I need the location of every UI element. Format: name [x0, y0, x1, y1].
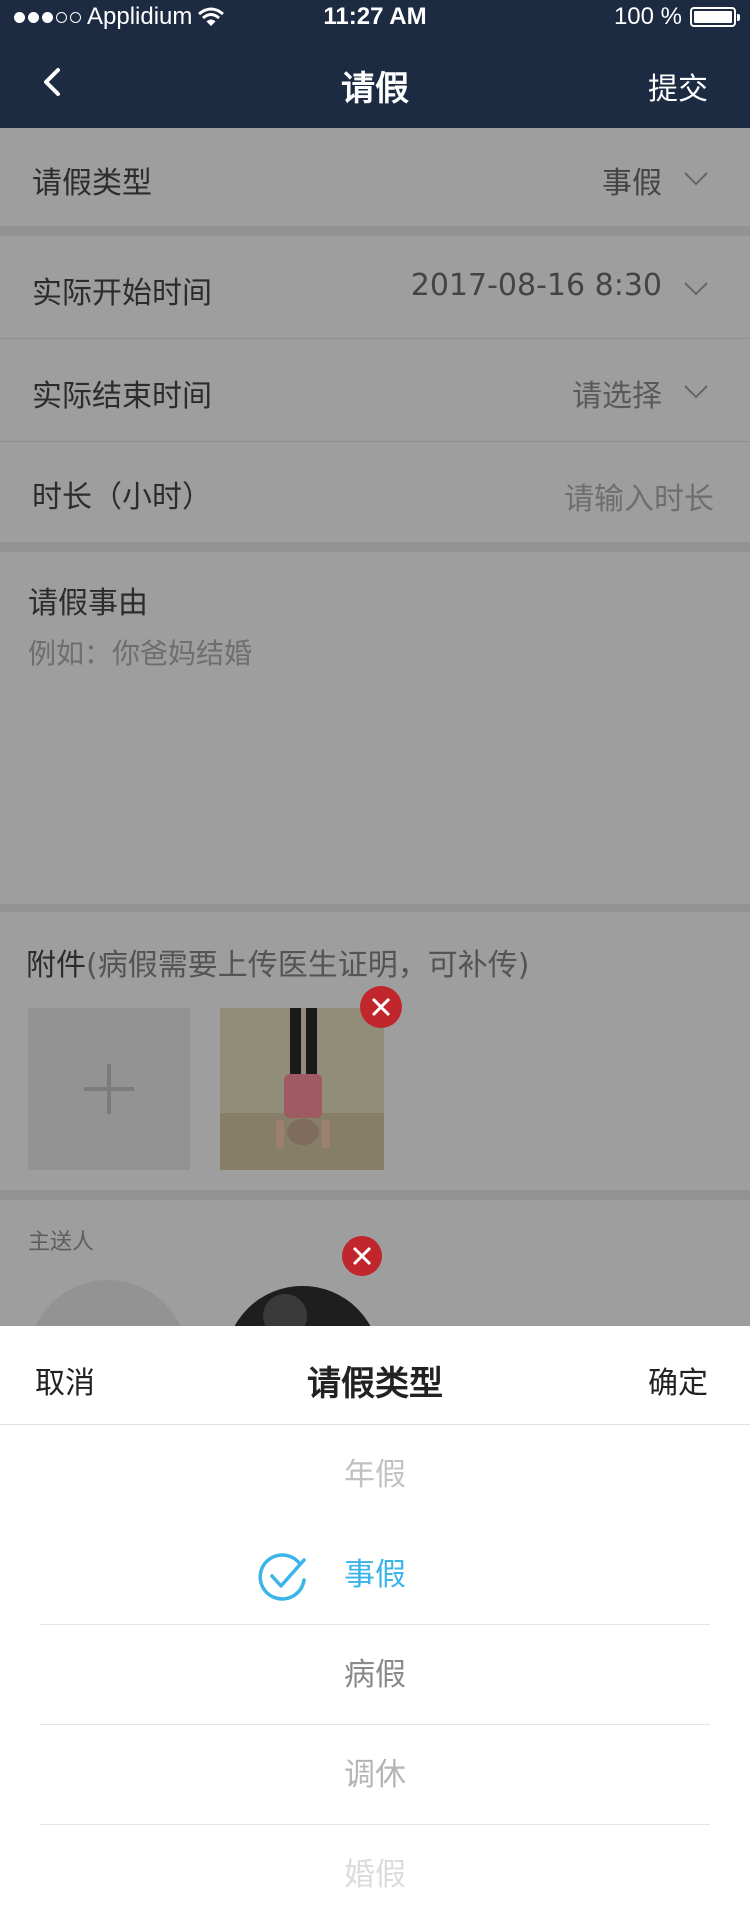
attachments-label: 附件(病假需要上传医生证明，可补传)	[26, 940, 529, 984]
attachments-section: 附件(病假需要上传医生证明，可补传)	[0, 912, 750, 1190]
picker-option[interactable]: 调休	[0, 1725, 750, 1825]
attachments-title: 附件	[26, 948, 86, 983]
nav-bar: 请假 提交	[0, 36, 750, 128]
close-icon	[371, 997, 391, 1017]
picker-option[interactable]: 婚假	[0, 1825, 750, 1925]
section-gap	[0, 226, 750, 236]
picker-title: 请假类型	[307, 1364, 443, 1404]
end-time-value: 请选择	[572, 379, 662, 414]
picker-option-selected[interactable]: 事假	[0, 1525, 750, 1625]
section-gap	[0, 1190, 750, 1200]
status-right: 100 %	[613, 3, 740, 31]
section-gap	[0, 904, 750, 912]
submit-button[interactable]: 提交	[648, 64, 708, 108]
page-title: 请假	[341, 69, 409, 109]
start-time-label: 实际开始时间	[32, 276, 212, 311]
end-time-row[interactable]: 实际结束时间 请选择	[0, 339, 750, 441]
chevron-down-icon	[684, 282, 708, 296]
recipients-label: 主送人	[28, 1230, 95, 1255]
battery-icon	[690, 7, 740, 27]
leave-type-value: 事假	[602, 166, 662, 201]
end-time-label: 实际结束时间	[32, 379, 212, 414]
remove-recipient-button[interactable]	[342, 1236, 382, 1276]
reason-section: 请假事由 例如：你爸妈结婚	[0, 552, 750, 904]
attachment-thumbnail[interactable]	[220, 1008, 384, 1170]
avatar-image	[225, 1286, 380, 1326]
reason-textarea[interactable]: 例如：你爸妈结婚	[28, 632, 252, 672]
close-icon	[352, 1246, 372, 1266]
duration-row[interactable]: 时长（小时） 请输入时长	[0, 442, 750, 542]
start-time-value: 2017-08-16 8:30	[410, 268, 662, 303]
status-bar: Applidium 11:27 AM 100 %	[0, 0, 750, 36]
recipients-section: 主送人	[0, 1200, 750, 1326]
picker-option[interactable]: 病假	[0, 1625, 750, 1725]
section-gap	[0, 542, 750, 552]
leave-type-label: 请假类型	[32, 166, 152, 201]
chevron-down-icon	[684, 172, 708, 186]
leave-type-picker: 取消 请假类型 确定 年假 事假 病假 调休 婚假	[0, 1326, 750, 1926]
leave-type-row[interactable]: 请假类型 事假	[0, 128, 750, 226]
plus-icon	[84, 1064, 134, 1114]
start-time-row[interactable]: 实际开始时间 2017-08-16 8:30	[0, 236, 750, 338]
attachments-hint: (病假需要上传医生证明，可补传)	[86, 948, 530, 983]
avatar[interactable]	[225, 1286, 380, 1326]
duration-input[interactable]: 请输入时长	[564, 474, 714, 518]
confirm-button[interactable]: 确定	[648, 1358, 708, 1402]
chevron-down-icon	[684, 385, 708, 399]
add-recipient-button[interactable]	[28, 1280, 188, 1326]
attachment-image	[220, 1008, 384, 1170]
add-attachment-button[interactable]	[28, 1008, 190, 1170]
checkmark-icon	[258, 1553, 306, 1601]
picker-option[interactable]: 年假	[0, 1425, 750, 1525]
duration-label: 时长（小时）	[32, 480, 212, 515]
battery-percent: 100 %	[613, 3, 682, 30]
remove-attachment-button[interactable]	[360, 986, 402, 1028]
reason-label: 请假事由	[28, 586, 148, 621]
